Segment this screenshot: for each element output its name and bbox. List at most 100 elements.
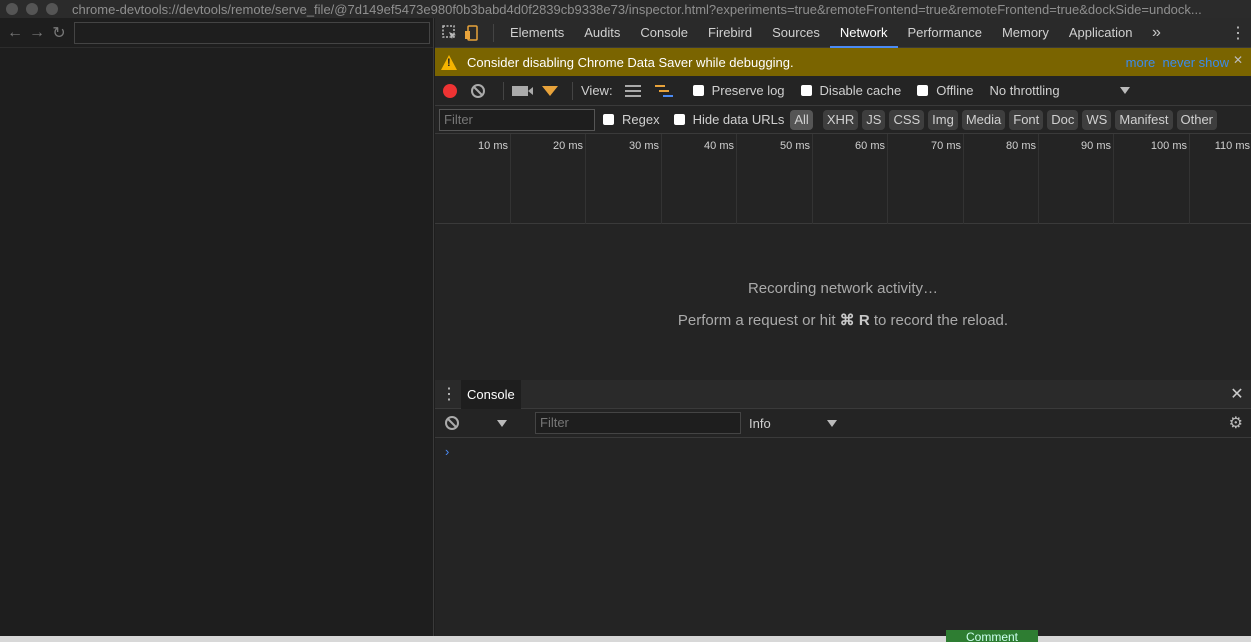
tab-audits[interactable]: Audits bbox=[574, 18, 630, 48]
tab-elements[interactable]: Elements bbox=[500, 18, 574, 48]
network-toolbar: View: Preserve log Disable cache Offline… bbox=[435, 76, 1251, 106]
back-icon[interactable]: ← bbox=[4, 22, 26, 44]
preserve-log-checkbox[interactable]: Preserve log bbox=[692, 83, 785, 98]
console-clear-icon[interactable] bbox=[445, 416, 459, 430]
type-filter-media[interactable]: Media bbox=[961, 109, 1006, 130]
drawer-menu-icon[interactable]: ⋮ bbox=[441, 384, 457, 404]
hide-data-urls-checkbox[interactable]: Hide data URLs bbox=[673, 112, 784, 127]
tab-firebird[interactable]: Firebird bbox=[698, 18, 762, 48]
timeline-gridline: 50 ms bbox=[780, 134, 813, 224]
separator bbox=[503, 81, 504, 100]
type-filter-img[interactable]: Img bbox=[928, 109, 958, 130]
type-filter-font[interactable]: Font bbox=[1009, 109, 1044, 130]
checkbox[interactable] bbox=[673, 114, 685, 125]
drawer-tabbar: ⋮ Console ✕ bbox=[435, 379, 1251, 409]
console-filter-input[interactable]: Filter bbox=[535, 412, 741, 434]
throttling-select[interactable]: No throttling bbox=[990, 83, 1130, 98]
minimize-window-button[interactable] bbox=[26, 3, 38, 15]
page-bottom-strip bbox=[0, 636, 1251, 642]
reload-hint: Perform a request or hit ⌘ R to record t… bbox=[435, 311, 1251, 329]
close-window-button[interactable] bbox=[6, 3, 18, 15]
timeline-gridline: 70 ms bbox=[931, 134, 964, 224]
type-filter-ws[interactable]: WS bbox=[1082, 109, 1112, 130]
console-prompt[interactable]: › bbox=[435, 438, 1251, 465]
network-filter-bar: Filter Regex Hide data URLs All XHR JS C… bbox=[435, 106, 1251, 134]
drawer-tab-console[interactable]: Console bbox=[461, 379, 521, 409]
filter-icon[interactable] bbox=[542, 85, 558, 96]
context-select[interactable] bbox=[467, 412, 527, 434]
capture-screenshots-icon[interactable] bbox=[512, 85, 528, 96]
type-filter-doc[interactable]: Doc bbox=[1047, 109, 1079, 130]
tab-performance[interactable]: Performance bbox=[898, 18, 992, 48]
zoom-window-button[interactable] bbox=[46, 3, 58, 15]
type-filter-manifest[interactable]: Manifest bbox=[1115, 109, 1173, 130]
timeline-gridline: 60 ms bbox=[855, 134, 888, 224]
comment-button[interactable]: Comment bbox=[946, 630, 1038, 642]
log-level-value: Info bbox=[749, 415, 771, 431]
clear-icon[interactable] bbox=[471, 83, 485, 98]
overview-waterfall-icon[interactable] bbox=[654, 84, 673, 97]
checkbox[interactable] bbox=[692, 85, 704, 96]
type-filter-xhr[interactable]: XHR bbox=[822, 109, 859, 130]
kebab-menu-icon[interactable]: ⋮ bbox=[1225, 23, 1251, 43]
gear-icon[interactable]: ⚙ bbox=[1229, 413, 1243, 433]
never-show-link[interactable]: never show bbox=[1163, 55, 1229, 70]
chevron-down-icon bbox=[826, 419, 837, 427]
timeline-gridline: 90 ms bbox=[1081, 134, 1114, 224]
forward-icon[interactable]: → bbox=[26, 22, 48, 44]
log-level-select[interactable]: Info bbox=[749, 416, 837, 431]
tab-application[interactable]: Application bbox=[1059, 18, 1143, 48]
timeline-tick-label: 60 ms bbox=[855, 140, 885, 152]
timeline-tick-label: 100 ms bbox=[1150, 140, 1187, 152]
regex-label: Regex bbox=[622, 112, 660, 127]
window-titlebar: chrome-devtools://devtools/remote/serve_… bbox=[0, 0, 1251, 18]
address-input[interactable] bbox=[74, 21, 430, 44]
preserve-log-label: Preserve log bbox=[711, 83, 785, 98]
offline-checkbox[interactable]: Offline bbox=[917, 83, 974, 98]
checkbox[interactable] bbox=[917, 85, 929, 96]
drawer-close-icon[interactable]: ✕ bbox=[1223, 384, 1251, 404]
disable-cache-checkbox[interactable]: Disable cache bbox=[800, 83, 902, 98]
tab-sources[interactable]: Sources bbox=[762, 18, 830, 48]
record-button[interactable] bbox=[443, 83, 457, 98]
reload-hint-prefix: Perform a request or hit bbox=[677, 312, 840, 329]
data-saver-warning: Consider disabling Chrome Data Saver whi… bbox=[435, 48, 1251, 76]
network-empty-state: Recording network activity… Perform a re… bbox=[435, 223, 1251, 381]
timeline-tick-label: 90 ms bbox=[1081, 140, 1111, 152]
timeline-tick-label: 30 ms bbox=[629, 140, 659, 152]
browser-navbar: ← → ↻ bbox=[0, 18, 433, 48]
timeline-tick-label: 20 ms bbox=[553, 140, 583, 152]
type-filter-css[interactable]: CSS bbox=[889, 109, 925, 130]
large-rows-icon[interactable] bbox=[624, 84, 641, 97]
warning-icon bbox=[441, 54, 457, 70]
offline-label: Offline bbox=[936, 83, 974, 98]
chevron-down-icon bbox=[497, 419, 507, 427]
devtools-panel: Elements Audits Console Firebird Sources… bbox=[435, 18, 1251, 636]
checkbox[interactable] bbox=[603, 114, 614, 125]
type-filter-other[interactable]: Other bbox=[1176, 109, 1218, 130]
reload-icon[interactable]: ↻ bbox=[48, 22, 70, 44]
type-filter-js[interactable]: JS bbox=[862, 109, 886, 130]
network-overview-timeline[interactable]: 10 ms 20 ms 30 ms 40 ms 50 ms 60 ms 70 m… bbox=[435, 134, 1251, 224]
disable-cache-label: Disable cache bbox=[819, 83, 902, 98]
devtools-tabbar: Elements Audits Console Firebird Sources… bbox=[435, 18, 1251, 48]
warning-close-icon[interactable]: ✕ bbox=[1233, 53, 1243, 67]
timeline-gridline: 10 ms bbox=[478, 134, 511, 224]
regex-checkbox[interactable]: Regex bbox=[603, 112, 660, 127]
warning-links: more never show bbox=[1126, 55, 1229, 70]
network-filter-input[interactable]: Filter bbox=[439, 108, 595, 131]
console-drawer: ⋮ Console ✕ Filter Info ⚙ › bbox=[435, 379, 1251, 636]
more-link[interactable]: more bbox=[1126, 55, 1156, 70]
tab-memory[interactable]: Memory bbox=[992, 18, 1059, 48]
reload-shortcut: ⌘ R bbox=[839, 312, 870, 329]
tab-network[interactable]: Network bbox=[829, 18, 898, 48]
timeline-gridline: 20 ms bbox=[553, 134, 586, 224]
timeline-tick-label: 50 ms bbox=[780, 140, 810, 152]
timeline-gridline: 80 ms bbox=[1006, 134, 1039, 224]
tab-separator bbox=[493, 23, 494, 42]
type-filter-all[interactable]: All bbox=[790, 109, 813, 130]
checkbox[interactable] bbox=[800, 85, 812, 96]
more-tabs-icon[interactable]: » bbox=[1145, 24, 1169, 42]
device-toolbar-icon[interactable] bbox=[457, 18, 487, 48]
tab-console[interactable]: Console bbox=[630, 18, 698, 48]
